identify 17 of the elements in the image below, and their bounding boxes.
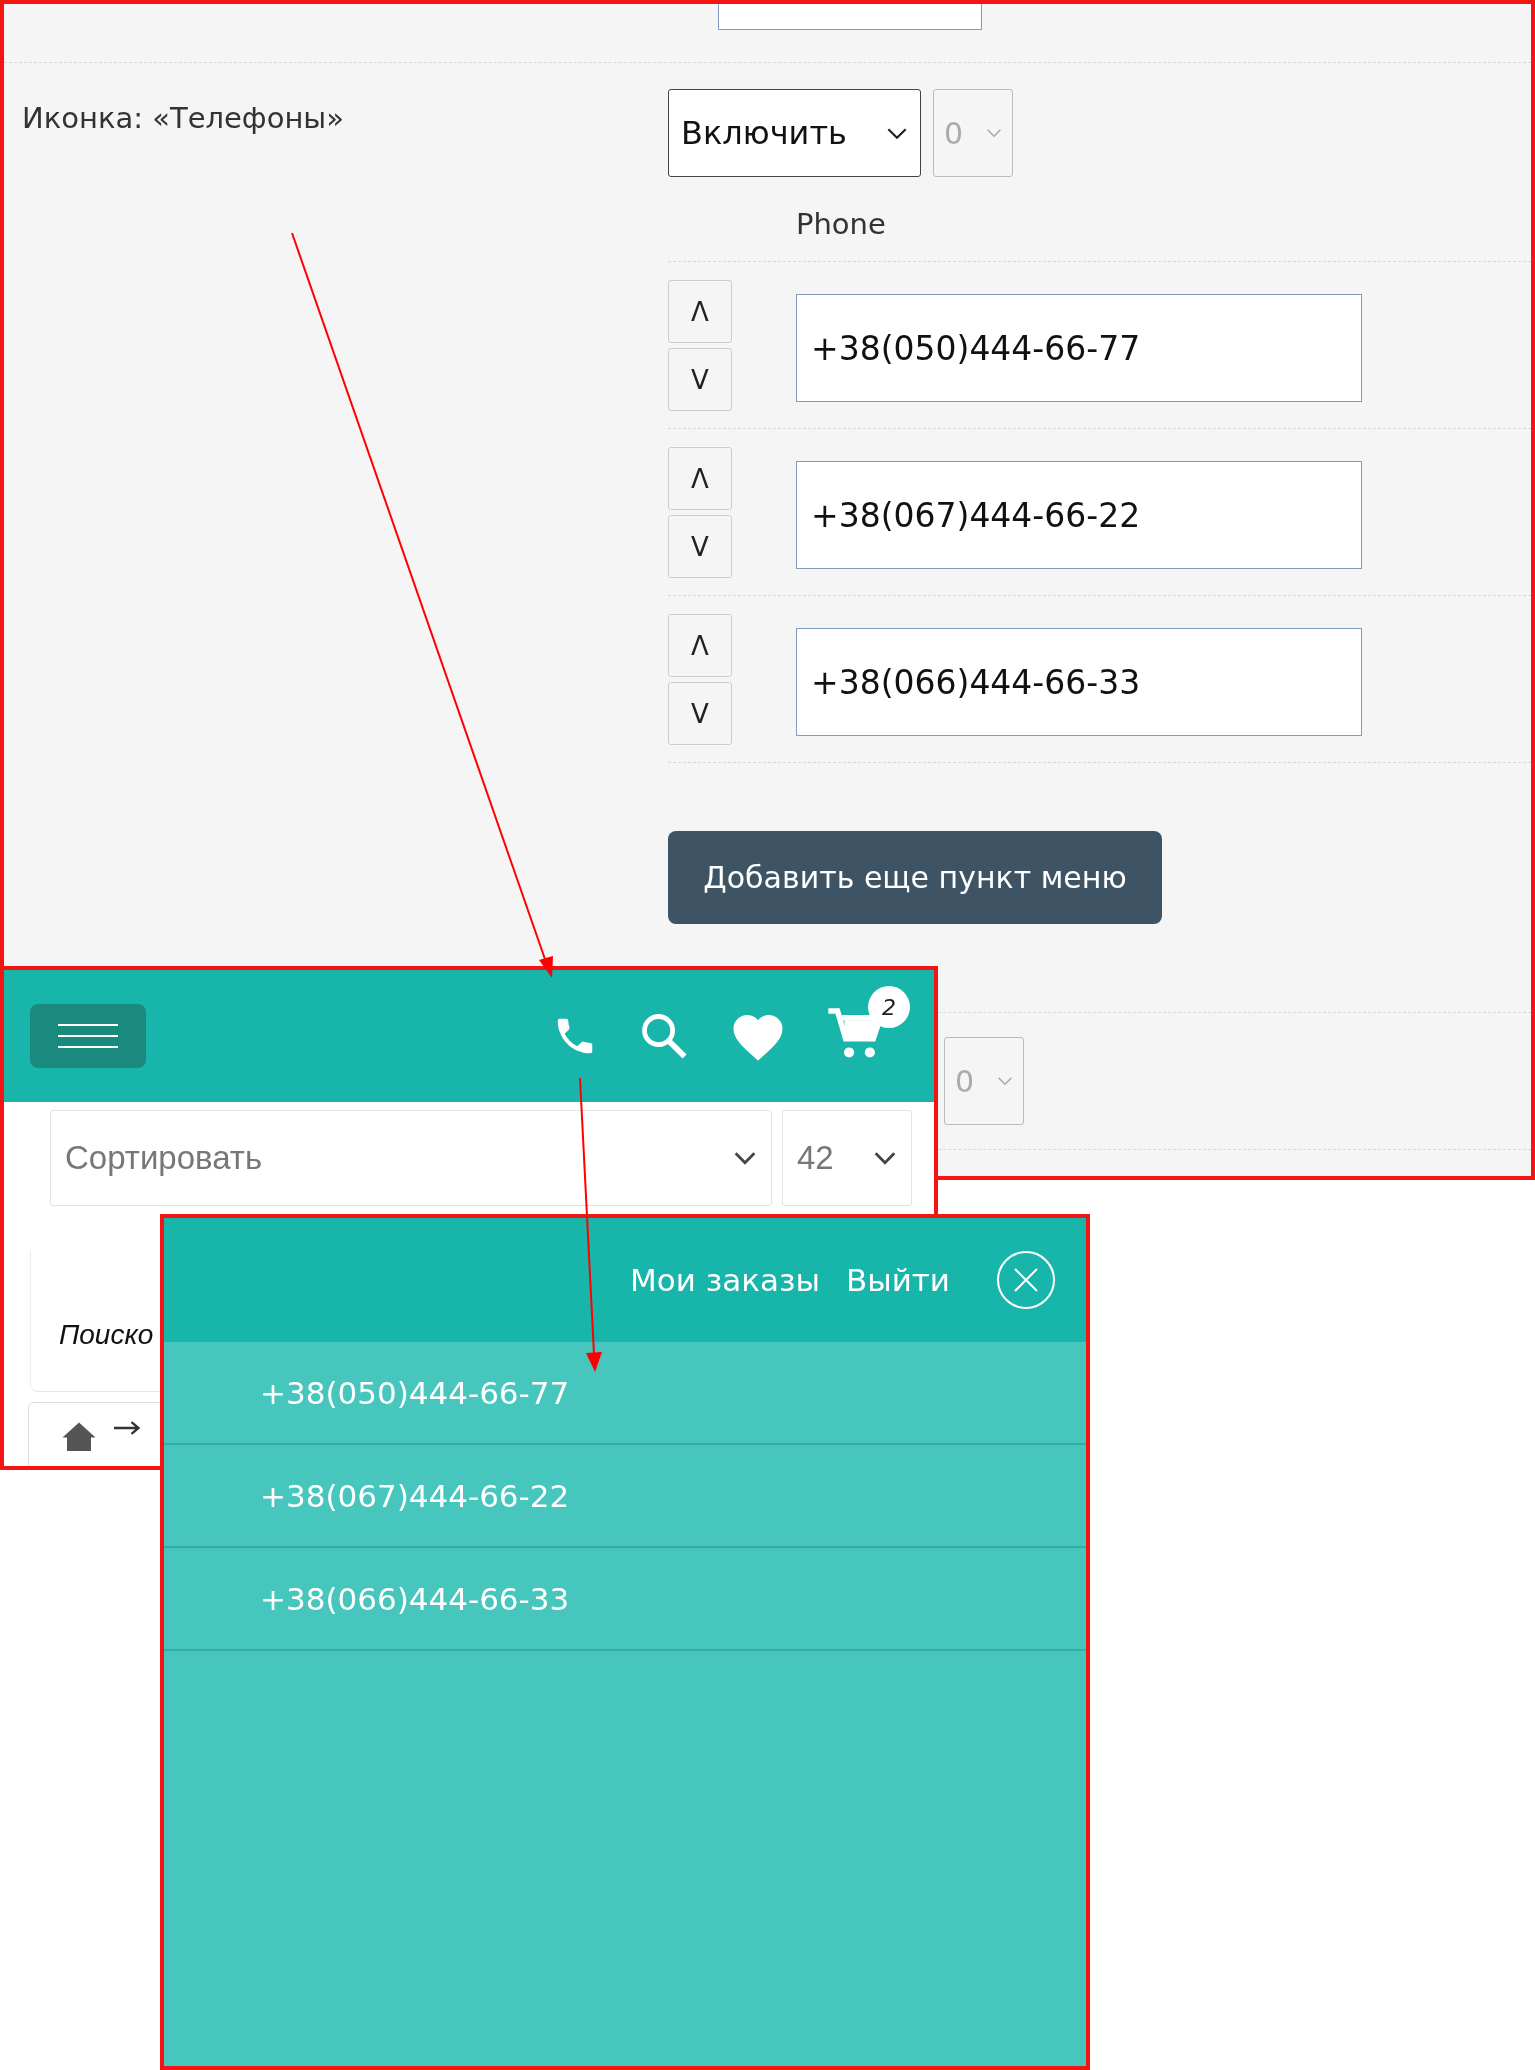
- column-heading: Phone: [796, 207, 887, 243]
- setting-label: Иконка: «Телефоны»: [22, 101, 344, 135]
- move-up-button[interactable]: Λ: [668, 447, 732, 510]
- phone-field[interactable]: +38(066)444-66-33: [796, 628, 1362, 736]
- move-up-button[interactable]: Λ: [668, 614, 732, 677]
- move-down-button[interactable]: V: [668, 682, 732, 745]
- move-up-button[interactable]: Λ: [668, 280, 732, 343]
- filter-title: Поиско: [59, 1319, 154, 1351]
- sort-select[interactable]: Сортировать: [50, 1110, 772, 1206]
- phone-field[interactable]: +38(067)444-66-22: [796, 461, 1362, 569]
- add-item-button[interactable]: Добавить еще пункт меню: [668, 831, 1162, 924]
- mode-select[interactable]: Включить: [668, 89, 921, 177]
- cart-count-badge: 2: [868, 986, 910, 1028]
- move-down-button[interactable]: V: [668, 515, 732, 578]
- move-down-button[interactable]: V: [668, 348, 732, 411]
- phone-field[interactable]: +38(050)444-66-77: [796, 294, 1362, 402]
- per-page-select[interactable]: 42: [782, 1110, 912, 1206]
